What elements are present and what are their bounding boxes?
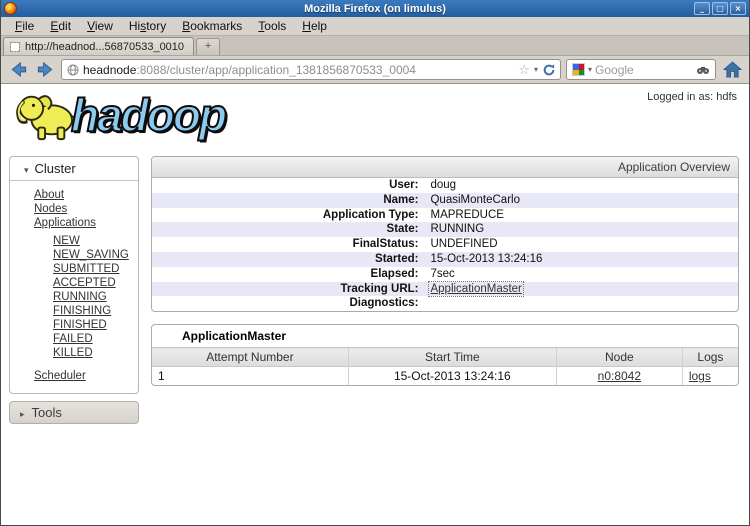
- overview-row-user: User:doug: [152, 178, 738, 193]
- overview-row-finalstatus: FinalStatus:UNDEFINED: [152, 237, 738, 252]
- sidebar-item-accepted[interactable]: ACCEPTED: [10, 276, 134, 290]
- site-globe-icon: [67, 64, 79, 76]
- menu-edit[interactable]: Edit: [42, 18, 79, 34]
- search-go-icon[interactable]: [696, 64, 710, 76]
- application-master-link[interactable]: ApplicationMaster: [430, 283, 521, 295]
- hadoop-elephant-icon: [15, 87, 77, 143]
- page-content: hadoop Logged in as: hdfs ▾Cluster About…: [1, 84, 749, 525]
- sidebar-item-killed[interactable]: KILLED: [10, 346, 134, 360]
- sidebar-item-finished[interactable]: FINISHED: [10, 318, 134, 332]
- table-row: 1 15-Oct-2013 13:24:16 n0:8042 logs: [152, 367, 738, 386]
- firefox-window: Mozilla Firefox (on limulus) _ □ × File …: [0, 0, 750, 526]
- overview-row-apptype: Application Type:MAPREDUCE: [152, 208, 738, 223]
- menu-help[interactable]: Help: [294, 18, 335, 34]
- col-start-time[interactable]: Start Time: [348, 348, 556, 367]
- hadoop-logo: hadoop: [15, 87, 225, 143]
- sidebar-item-running[interactable]: RUNNING: [10, 290, 134, 304]
- minimize-button[interactable]: _: [694, 2, 710, 15]
- sidebar: ▾Cluster About Nodes Applications NEW NE…: [9, 156, 139, 424]
- main-area: Application Overview User:doug Name:Quas…: [151, 156, 739, 386]
- restore-button[interactable]: □: [712, 2, 728, 15]
- col-attempt-number[interactable]: Attempt Number: [152, 348, 348, 367]
- col-logs[interactable]: Logs: [682, 348, 738, 367]
- menu-view[interactable]: View: [79, 18, 121, 34]
- attempts-table-title: ApplicationMaster: [152, 325, 738, 347]
- logs-link[interactable]: logs: [689, 369, 711, 383]
- application-overview-panel: Application Overview User:doug Name:Quas…: [151, 156, 739, 312]
- forward-button[interactable]: [34, 59, 56, 81]
- page-favicon-icon: [10, 42, 20, 52]
- search-input[interactable]: [595, 63, 693, 77]
- engine-dropdown-icon[interactable]: ▾: [588, 65, 592, 74]
- google-engine-icon[interactable]: [572, 63, 585, 76]
- tab-bar: http://headnod...56870533_0010 +: [1, 36, 749, 56]
- col-node[interactable]: Node: [556, 348, 682, 367]
- tab-current[interactable]: http://headnod...56870533_0010: [3, 37, 194, 55]
- overview-rows: User:doug Name:QuasiMonteCarlo Applicati…: [152, 178, 738, 311]
- sidebar-item-nodes[interactable]: Nodes: [10, 202, 134, 216]
- new-tab-button[interactable]: +: [196, 38, 220, 55]
- sidebar-item-applications[interactable]: Applications: [10, 216, 134, 230]
- hadoop-logo-text: hadoop: [71, 87, 225, 143]
- panel-title: Application Overview: [152, 157, 738, 178]
- window-titlebar[interactable]: Mozilla Firefox (on limulus) _ □ ×: [1, 0, 749, 17]
- cluster-nav-box: ▾Cluster About Nodes Applications NEW NE…: [9, 156, 139, 394]
- chevron-down-icon: ▾: [24, 165, 29, 175]
- cell-start-time: 15-Oct-2013 13:24:16: [348, 367, 556, 386]
- cluster-section-header[interactable]: ▾Cluster: [10, 157, 138, 181]
- back-button[interactable]: [7, 59, 29, 81]
- menu-tools[interactable]: Tools: [250, 18, 294, 34]
- url-bar[interactable]: headnode:8088/cluster/app/application_13…: [61, 59, 561, 80]
- menu-history[interactable]: History: [121, 18, 174, 34]
- attempts-header-row: Attempt Number Start Time Node Logs: [152, 348, 738, 367]
- sidebar-item-finishing[interactable]: FINISHING: [10, 304, 134, 318]
- home-icon: [723, 61, 742, 78]
- sidebar-item-about[interactable]: About: [10, 188, 134, 202]
- overview-row-tracking-url: Tracking URL:ApplicationMaster: [152, 282, 738, 297]
- url-text: headnode:8088/cluster/app/application_13…: [83, 63, 514, 77]
- navigation-toolbar: headnode:8088/cluster/app/application_13…: [1, 56, 749, 84]
- overview-row-diagnostics: Diagnostics:: [152, 296, 738, 311]
- overview-row-name: Name:QuasiMonteCarlo: [152, 193, 738, 208]
- sidebar-item-submitted[interactable]: SUBMITTED: [10, 262, 134, 276]
- close-button[interactable]: ×: [730, 2, 746, 15]
- cell-logs: logs: [682, 367, 738, 386]
- cluster-links: About Nodes Applications NEW NEW_SAVING …: [10, 181, 138, 393]
- search-bar[interactable]: ▾: [566, 59, 716, 80]
- tab-title: http://headnod...56870533_0010: [25, 41, 184, 53]
- menu-bar: File Edit View History Bookmarks Tools H…: [1, 17, 749, 36]
- application-master-panel: ApplicationMaster Attempt Number Start T…: [151, 324, 739, 386]
- firefox-icon: [4, 2, 17, 15]
- sidebar-item-scheduler[interactable]: Scheduler: [10, 369, 134, 383]
- cell-node: n0:8042: [556, 367, 682, 386]
- node-link[interactable]: n0:8042: [598, 369, 641, 383]
- logged-in-status: Logged in as: hdfs: [647, 91, 737, 103]
- back-arrow-icon: [9, 60, 28, 79]
- sidebar-item-new[interactable]: NEW: [10, 234, 134, 248]
- bookmark-star-icon[interactable]: ☆: [518, 63, 530, 76]
- tools-section-header[interactable]: ▸Tools: [9, 401, 139, 424]
- url-dropdown-icon[interactable]: ▾: [534, 65, 538, 74]
- reload-icon[interactable]: [542, 63, 556, 77]
- chevron-right-icon: ▸: [20, 409, 25, 419]
- overview-row-state: State:RUNNING: [152, 222, 738, 237]
- window-title: Mozilla Firefox (on limulus): [1, 3, 749, 15]
- home-button[interactable]: [721, 59, 743, 81]
- cell-attempt-number: 1: [152, 367, 348, 386]
- sidebar-item-failed[interactable]: FAILED: [10, 332, 134, 346]
- overview-row-elapsed: Elapsed:7sec: [152, 267, 738, 282]
- menu-file[interactable]: File: [7, 18, 42, 34]
- forward-arrow-icon: [36, 60, 55, 79]
- menu-bookmarks[interactable]: Bookmarks: [174, 18, 250, 34]
- sidebar-item-new-saving[interactable]: NEW_SAVING: [10, 248, 134, 262]
- overview-row-started: Started:15-Oct-2013 13:24:16: [152, 252, 738, 267]
- body-row: ▾Cluster About Nodes Applications NEW NE…: [1, 148, 749, 424]
- page-header: hadoop Logged in as: hdfs: [1, 84, 749, 148]
- attempts-table: Attempt Number Start Time Node Logs 1 15…: [152, 347, 738, 385]
